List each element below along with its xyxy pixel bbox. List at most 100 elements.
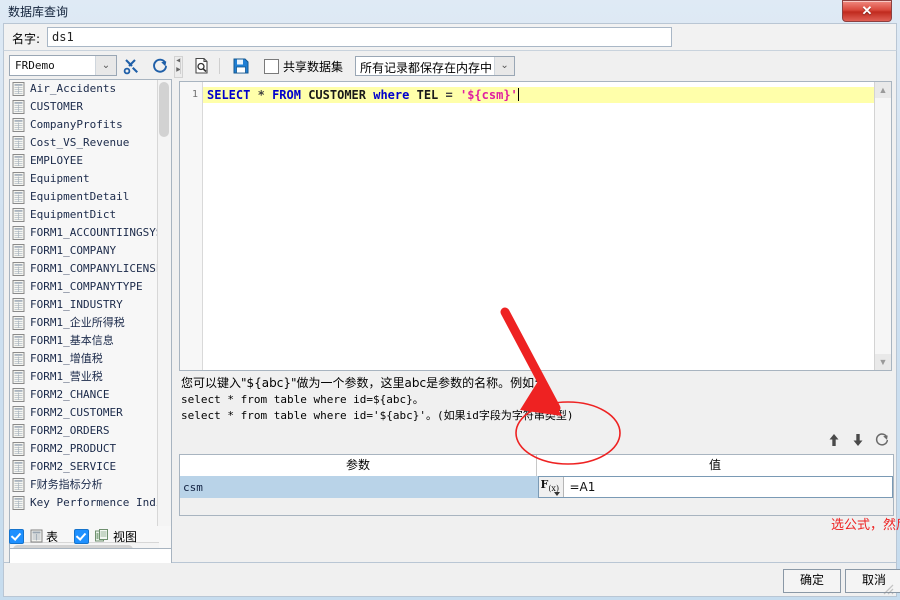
list-item[interactable]: Air_Accidents: [10, 80, 160, 98]
help-line-2: select * from table where id=${abc}。: [181, 393, 424, 406]
list-item[interactable]: F财务指标分析: [10, 476, 160, 494]
list-item[interactable]: Equipment: [10, 170, 160, 188]
table-icon: [12, 82, 25, 96]
sql-token: =: [445, 88, 453, 102]
parameter-value-cell[interactable]: F(x) =A1: [537, 476, 893, 498]
list-item-label: CompanyProfits: [30, 118, 123, 131]
table-icon: [12, 460, 25, 474]
list-item[interactable]: Cost_VS_Revenue: [10, 134, 160, 152]
sql-toolbar: 共享数据集 所有记录都保存在内存中 ⌄: [176, 54, 897, 78]
sql-token: where: [373, 88, 410, 102]
list-item-label: CUSTOMER: [30, 100, 83, 113]
table-icon: [12, 478, 25, 492]
list-item[interactable]: EquipmentDict: [10, 206, 160, 224]
list-item-label: FORM1_COMPANYTYPE: [30, 280, 143, 293]
list-item-label: FORM2_CUSTOMER: [30, 406, 123, 419]
move-down-icon[interactable]: [846, 429, 870, 451]
editor-code-area[interactable]: SELECT * FROM CUSTOMER where TEL = '${cs…: [203, 82, 874, 370]
table-icon: [12, 172, 25, 186]
list-item[interactable]: FORM2_PRODUCT: [10, 440, 160, 458]
list-item[interactable]: FORM1_COMPANYTYPE: [10, 278, 160, 296]
list-item[interactable]: FORM1_增值税: [10, 350, 160, 368]
list-item[interactable]: FORM2_CUSTOMER: [10, 404, 160, 422]
column-header-param: 参数: [180, 455, 537, 476]
list-item-label: FORM1_ACCOUNTIINGSYST: [30, 226, 160, 239]
table-icon: [12, 208, 25, 222]
table-list-vscroll-thumb[interactable]: [159, 82, 169, 137]
table-icon: [12, 406, 25, 420]
list-item[interactable]: CompanyProfits: [10, 116, 160, 134]
table-icon: [30, 529, 43, 543]
list-item[interactable]: FORM1_INDUSTRY: [10, 296, 160, 314]
editor-vscrollbar[interactable]: ▲ ▼: [874, 82, 891, 370]
sql-editor[interactable]: 1 SELECT * FROM CUSTOMER where TEL = '${…: [179, 81, 892, 371]
type-filters: 表 视图: [9, 525, 172, 547]
column-header-value: 值: [708, 458, 721, 472]
list-item-label: FORM1_企业所得税: [30, 316, 125, 329]
view-icon: [95, 529, 110, 543]
table-list[interactable]: Air_Accidents CUSTOMER CompanyProfits Cost_…: [10, 80, 160, 528]
table-icon: [12, 280, 25, 294]
parameter-name-cell: csm: [183, 480, 203, 494]
list-item[interactable]: FORM1_企业所得税: [10, 314, 160, 332]
close-icon: ✕: [861, 3, 873, 18]
table-icon: [12, 100, 25, 114]
datasource-select[interactable]: FRDemo ⌄: [9, 55, 117, 76]
list-item-label: FORM2_ORDERS: [30, 424, 110, 437]
table-row[interactable]: csm F(x) =A1: [180, 476, 893, 498]
list-item[interactable]: FORM2_SERVICE: [10, 458, 160, 476]
dialog-footer: 确定 取消: [3, 563, 900, 597]
filter-checkbox-table[interactable]: [9, 528, 24, 544]
list-item[interactable]: FORM2_ORDERS: [10, 422, 160, 440]
list-item[interactable]: CUSTOMER: [10, 98, 160, 116]
table-icon: [12, 226, 25, 240]
chevron-down-icon: ⌄: [95, 56, 116, 75]
formula-button[interactable]: F(x): [538, 477, 564, 497]
table-icon: [12, 352, 25, 366]
list-item[interactable]: EMPLOYEE: [10, 152, 160, 170]
list-item-label: Equipment: [30, 172, 90, 185]
sql-code-line[interactable]: SELECT * FROM CUSTOMER where TEL = '${cs…: [203, 87, 874, 103]
list-item-label: EquipmentDict: [30, 208, 117, 221]
toolbar-divider: [180, 58, 181, 74]
memory-mode-select[interactable]: 所有记录都保存在内存中 ⌄: [355, 56, 516, 76]
scroll-up-icon[interactable]: ▲: [875, 82, 891, 98]
list-item[interactable]: FORM1_COMPANY: [10, 242, 160, 260]
ok-button[interactable]: 确定: [783, 569, 841, 593]
resize-grip[interactable]: [880, 581, 894, 595]
list-item[interactable]: Key Performence Indic: [10, 494, 160, 512]
list-item[interactable]: FORM1_基本信息: [10, 332, 160, 350]
main-panel: FRDemo ⌄ ◀ ▶ Air_Accidents CUSTOMER Company…: [3, 50, 900, 570]
list-item[interactable]: FORM1_COMPANYLICENSE: [10, 260, 160, 278]
datasource-toolbar: FRDemo ⌄ ◀ ▶: [9, 55, 183, 78]
table-list-vscrollbar[interactable]: [157, 80, 171, 526]
refresh-icon[interactable]: [147, 55, 173, 76]
refresh-params-icon[interactable]: [870, 429, 894, 451]
dataset-name-input[interactable]: [47, 27, 672, 47]
share-dataset-checkbox[interactable]: [264, 58, 279, 74]
scroll-down-icon[interactable]: ▼: [875, 354, 891, 370]
table-icon: [12, 190, 25, 204]
preview-icon[interactable]: [189, 55, 215, 77]
toolbar-divider-2: [219, 58, 220, 74]
save-icon[interactable]: [228, 55, 254, 77]
window-title: 数据库查询: [8, 5, 69, 19]
filter-checkbox-view[interactable]: [74, 528, 90, 544]
list-item[interactable]: FORM1_营业税: [10, 368, 160, 386]
list-item-label: Cost_VS_Revenue: [30, 136, 130, 149]
close-button[interactable]: ✕: [842, 0, 892, 22]
list-item[interactable]: FORM1_ACCOUNTIINGSYST: [10, 224, 160, 242]
list-item-label: FORM1_营业税: [30, 370, 103, 383]
list-item[interactable]: FORM2_CHANCE: [10, 386, 160, 404]
wrench-icon[interactable]: [119, 55, 145, 76]
move-up-icon[interactable]: [822, 429, 846, 451]
list-item-label: Key Performence Indic: [30, 496, 160, 509]
table-icon: [12, 262, 25, 276]
name-label: 名字:: [12, 32, 41, 46]
list-item-label: FORM1_增值税: [30, 352, 103, 365]
list-item[interactable]: EquipmentDetail: [10, 188, 160, 206]
table-icon: [12, 118, 25, 132]
